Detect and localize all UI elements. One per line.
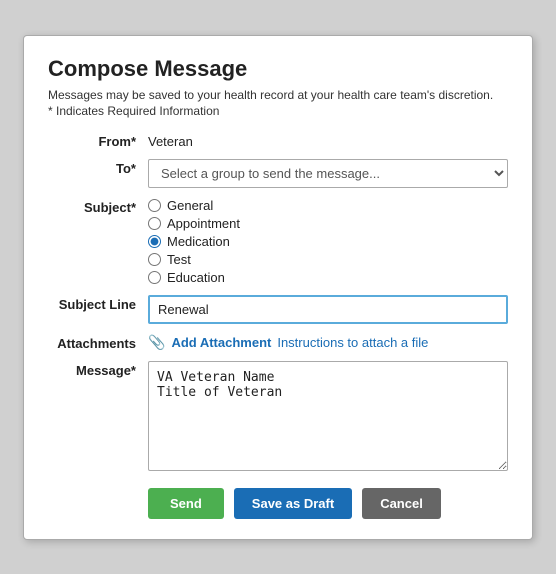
button-row: Send Save as Draft Cancel <box>48 488 508 519</box>
attachments-label: Attachments <box>48 334 148 351</box>
message-textarea[interactable] <box>148 361 508 471</box>
subject-radio-general[interactable] <box>148 199 161 212</box>
subject-radio-item-education[interactable]: Education <box>148 270 508 285</box>
attach-instructions-link[interactable]: Instructions to attach a file <box>277 335 428 350</box>
save-draft-button[interactable]: Save as Draft <box>234 488 352 519</box>
send-button[interactable]: Send <box>148 488 224 519</box>
subject-line-row: Subject Line <box>48 295 508 324</box>
subject-label: Subject* <box>48 198 148 215</box>
message-label: Message* <box>48 361 148 378</box>
paperclip-icon: 📎 <box>148 334 165 351</box>
cancel-button[interactable]: Cancel <box>362 488 441 519</box>
subject-radio-medication[interactable] <box>148 235 161 248</box>
subject-row: Subject* General Appointment Medication Tes… <box>48 198 508 285</box>
subject-radio-appointment[interactable] <box>148 217 161 230</box>
subject-radio-group: General Appointment Medication Test Educatio… <box>148 198 508 285</box>
attachments-row: Attachments 📎 Add Attachment Instruction… <box>48 334 508 351</box>
to-select[interactable]: Select a group to send the message... <box>148 159 508 188</box>
subject-radio-label-test: Test <box>167 252 191 267</box>
subject-line-input[interactable] <box>148 295 508 324</box>
modal-info: Messages may be saved to your health rec… <box>48 88 508 102</box>
compose-message-modal: Compose Message Messages may be saved to… <box>23 35 533 540</box>
subject-radio-item-general[interactable]: General <box>148 198 508 213</box>
subject-radio-label-general: General <box>167 198 213 213</box>
subject-radio-item-medication[interactable]: Medication <box>148 234 508 249</box>
subject-radio-item-appointment[interactable]: Appointment <box>148 216 508 231</box>
subject-radio-label-medication: Medication <box>167 234 230 249</box>
subject-radio-label-appointment: Appointment <box>167 216 240 231</box>
to-row: To* Select a group to send the message..… <box>48 159 508 188</box>
from-label: From* <box>48 132 148 149</box>
required-note: * Indicates Required Information <box>48 104 508 118</box>
subject-line-label: Subject Line <box>48 295 148 312</box>
from-row: From* Veteran <box>48 132 508 149</box>
add-attachment-link[interactable]: Add Attachment <box>171 335 271 350</box>
subject-radio-education[interactable] <box>148 271 161 284</box>
subject-radio-label-education: Education <box>167 270 225 285</box>
from-value: Veteran <box>148 132 508 149</box>
message-row: Message* <box>48 361 508 474</box>
subject-radio-item-test[interactable]: Test <box>148 252 508 267</box>
modal-title: Compose Message <box>48 56 508 82</box>
to-label: To* <box>48 159 148 176</box>
subject-radio-test[interactable] <box>148 253 161 266</box>
